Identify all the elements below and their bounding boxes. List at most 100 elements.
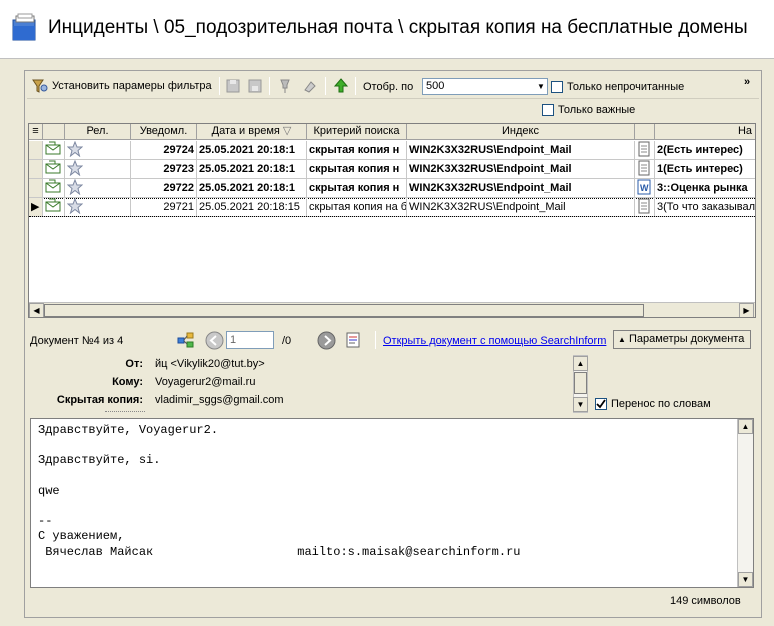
- go-up-button[interactable]: [332, 76, 350, 96]
- word-wrap-label: Перенос по словам: [611, 398, 711, 410]
- to-label: Кому:: [112, 376, 143, 388]
- message-line: Здравствуйте, Voyagerur2.: [38, 423, 219, 437]
- message-line: Вячеслав Майсак mailto:s.maisak@searchin…: [38, 544, 521, 559]
- toolbar-separator: [325, 77, 326, 95]
- page-total: /0: [282, 335, 292, 347]
- svg-text:W: W: [640, 183, 649, 193]
- document-counter: Документ №4 из 4: [30, 335, 124, 347]
- col-header-notification[interactable]: Уведомл.: [131, 124, 197, 140]
- incidents-folder-icon: [12, 13, 36, 41]
- horizontal-scroll-thumb[interactable]: [44, 304, 644, 317]
- index-cell: WIN2K3X32RUS\Endpoint_Mail: [407, 198, 635, 216]
- message-body[interactable]: Здравствуйте, Voyagerur2. Здравствуйте, s…: [30, 418, 754, 588]
- window-header: Инциденты \ 05_подозрительная почта \ ск…: [0, 0, 774, 58]
- pin-button[interactable]: [276, 76, 294, 96]
- col-header-status[interactable]: [43, 124, 65, 140]
- index-cell: WIN2K3X32RUS\Endpoint_Mail: [407, 141, 635, 159]
- name-cell: 2(Есть интерес): [655, 141, 755, 159]
- name-cell: 1(Есть интерес): [655, 160, 755, 178]
- from-label: От:: [125, 358, 143, 370]
- toolbar-more-button[interactable]: »: [744, 76, 750, 88]
- nav-separator: [375, 331, 376, 349]
- table-row[interactable]: ▶ 29721 25.05.2021 20:18:15 скрытая копия н…: [29, 198, 755, 217]
- save-as-icon: [248, 79, 262, 93]
- green-up-arrow-icon: [333, 78, 349, 93]
- body-scrollbar[interactable]: ▲ ▼: [737, 419, 753, 587]
- col-header-criterion[interactable]: Критерий поиска: [307, 124, 407, 140]
- document-params-button[interactable]: ▲ Параметры документа: [613, 330, 751, 349]
- text-doc-icon: [635, 198, 655, 216]
- col-header-relevance[interactable]: Рел.: [65, 124, 131, 140]
- col-header-name[interactable]: На: [655, 124, 755, 140]
- document-params-label: Параметры документа: [628, 333, 745, 345]
- toolbar-separator: [269, 77, 270, 95]
- set-filter-label: Установить парамеры фильтра: [52, 80, 212, 92]
- checkmark-icon: [596, 399, 606, 409]
- datetime-cell: 25.05.2021 20:18:1: [197, 160, 307, 178]
- col-header-doctype[interactable]: [635, 124, 655, 140]
- document-navigation: Документ №4 из 4 1 /0 Открыть документ с…: [27, 327, 759, 353]
- show-count-value: 500: [426, 80, 445, 92]
- table-row[interactable]: 29723 25.05.2021 20:18:1 скрытая копия н WI…: [29, 160, 755, 179]
- scroll-down-icon[interactable]: ▼: [738, 572, 753, 587]
- notification-id: 29723: [131, 160, 197, 178]
- mail-status-icon: [43, 198, 65, 216]
- mail-status-icon: [43, 179, 65, 197]
- important-only-label: Только важные: [558, 104, 636, 116]
- open-document-link[interactable]: Открыть документ с помощью SearchInform: [383, 335, 606, 347]
- page-number-input[interactable]: 1: [226, 331, 274, 349]
- scroll-right-icon[interactable]: ▶: [739, 303, 754, 317]
- toolbar-separator: [219, 77, 220, 95]
- set-filter-button[interactable]: Установить парамеры фильтра: [31, 76, 212, 96]
- char-count: 149 символов: [670, 595, 741, 607]
- relevance-star-icon[interactable]: [65, 160, 131, 178]
- toolbar: Установить парамеры фильтра Отобр. по 50…: [27, 73, 759, 99]
- criterion-cell: скрытая копия на б: [307, 198, 407, 216]
- bcc-label: Скрытая копия:: [56, 394, 143, 406]
- scroll-left-icon[interactable]: ◀: [29, 303, 44, 317]
- notification-id: 29724: [131, 141, 197, 159]
- clear-filter-icon: [304, 81, 316, 93]
- criterion-cell: скрытая копия н: [307, 179, 407, 197]
- fields-scrollbar[interactable]: ▲ ▼: [573, 355, 588, 413]
- scroll-up-icon[interactable]: ▲: [573, 356, 588, 371]
- important-only-checkbox[interactable]: [542, 104, 554, 116]
- col-header-index[interactable]: Индекс: [407, 124, 635, 140]
- notification-id: 29722: [131, 179, 197, 197]
- save-as-button[interactable]: [246, 76, 264, 96]
- show-count-select[interactable]: 500 ▼: [422, 78, 548, 95]
- document-view-icon[interactable]: [345, 332, 361, 348]
- word-wrap-checkbox[interactable]: [595, 398, 607, 410]
- message-line: qwe: [38, 483, 60, 498]
- filter-icon: [32, 79, 48, 93]
- prev-document-button[interactable]: [205, 331, 224, 350]
- horizontal-scrollbar[interactable]: ◀ ▶: [29, 302, 755, 317]
- col-header-datetime[interactable]: Дата и время ▽: [197, 124, 307, 140]
- criterion-cell: скрытая копия н: [307, 160, 407, 178]
- unread-only-checkbox[interactable]: [551, 81, 563, 93]
- column-chooser-icon[interactable]: ≡: [29, 124, 43, 140]
- unread-only-label: Только непрочитанные: [567, 81, 685, 93]
- relevance-star-icon[interactable]: [65, 198, 131, 216]
- scroll-down-icon[interactable]: ▼: [573, 397, 588, 412]
- network-icon[interactable]: [177, 332, 195, 348]
- from-value: йц <Vikylik20@tut.by>: [155, 358, 265, 370]
- fields-scroll-thumb[interactable]: [574, 372, 587, 394]
- table-row[interactable]: 29724 25.05.2021 20:18:1 скрытая копия н WI…: [29, 141, 755, 160]
- scroll-up-icon[interactable]: ▲: [738, 419, 753, 434]
- row-indicator: ▶: [29, 198, 43, 216]
- table-row[interactable]: 29722 25.05.2021 20:18:1 скрытая копия н WI…: [29, 179, 755, 198]
- name-cell: 3(То что заказывал: [655, 198, 755, 216]
- header-divider: [0, 58, 774, 59]
- criterion-cell: скрытая копия н: [307, 141, 407, 159]
- pin-icon: [280, 79, 290, 93]
- clear-filter-button[interactable]: [302, 76, 320, 96]
- relevance-star-icon[interactable]: [65, 179, 131, 197]
- mail-status-icon: [43, 141, 65, 159]
- incidents-panel: Установить парамеры фильтра Отобр. по 50…: [24, 70, 762, 618]
- relevance-star-icon[interactable]: [65, 141, 131, 159]
- datetime-cell: 25.05.2021 20:18:15: [197, 198, 307, 216]
- save-filter-button[interactable]: [224, 76, 242, 96]
- next-document-button[interactable]: [317, 331, 336, 350]
- save-disk-icon: [226, 79, 240, 93]
